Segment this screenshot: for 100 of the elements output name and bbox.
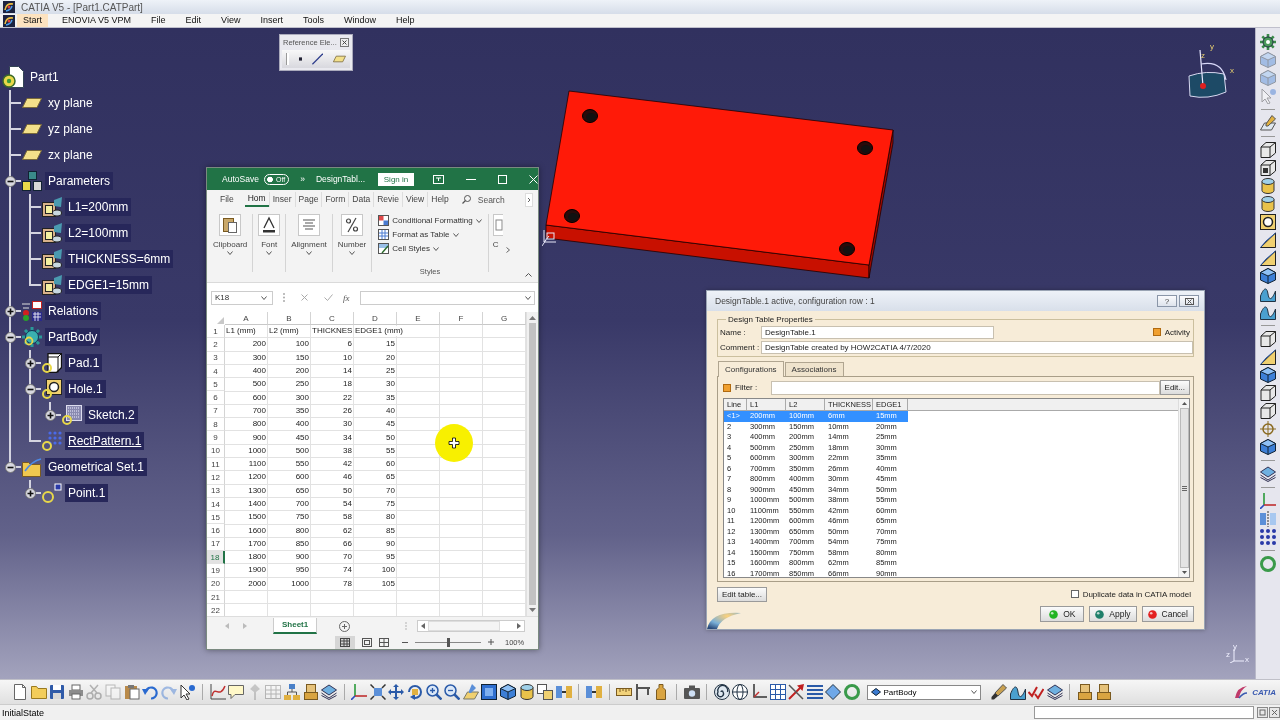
axes-icon[interactable] [351,684,368,700]
cylinder-icon[interactable] [1260,178,1276,194]
checkmarks-icon[interactable] [1028,684,1045,700]
ring-icon[interactable] [1260,556,1276,572]
menu-item[interactable]: Start [17,14,48,27]
sheet-tab[interactable]: Sheet1 [273,618,318,634]
ball-icon[interactable] [1147,609,1157,619]
caret-down-icon[interactable] [261,295,267,300]
ribbon-tab[interactable]: File [217,192,237,207]
ribbon-tab[interactable]: Form [321,192,349,207]
menu-item[interactable]: ENOVIA V5 VPM [56,14,138,27]
collapse-icon[interactable] [4,175,16,187]
caret-down-icon[interactable] [525,295,531,300]
block-icon[interactable] [1260,385,1276,401]
cell-style-icon[interactable] [378,243,390,254]
arrow-up-icon[interactable] [529,316,536,320]
caret-down-icon[interactable] [266,251,273,255]
expand-icon[interactable] [24,357,36,369]
name-field[interactable]: DesignTable.1 [761,325,994,339]
table-format-icon[interactable] [378,229,390,240]
box-icon[interactable] [42,275,62,295]
close-icon[interactable] [340,38,349,47]
block-icon[interactable] [1260,331,1276,347]
part-selector[interactable]: PartBody [866,684,981,700]
checkbox[interactable] [1152,328,1161,336]
slope-icon[interactable] [1260,250,1276,266]
hole-icon[interactable] [1260,214,1276,230]
dot-grid-icon[interactable] [1260,529,1276,545]
spiral-icon[interactable] [713,684,730,700]
menu-item[interactable]: Help [390,14,421,27]
edit-table-button[interactable]: Edit table... [717,586,768,602]
crosshair-icon[interactable] [1260,421,1276,437]
menu-item[interactable]: Window [337,14,382,27]
slope-icon[interactable] [1260,232,1276,248]
pointer-icon[interactable] [179,684,196,700]
box-stack-icon[interactable] [1077,684,1094,700]
more-commands[interactable]: » [300,174,305,184]
percent-icon[interactable] [341,214,364,236]
arrow-left-icon[interactable] [421,623,426,629]
undo-icon[interactable] [142,684,159,700]
comment-field[interactable]: DesignTable created by HOW2CATIA 4/7/2020 [761,340,1193,354]
caret-down-icon[interactable] [306,251,313,255]
scroll-thumb[interactable] [529,323,536,605]
scroll-thumb[interactable] [428,621,501,631]
camera-icon[interactable] [683,684,700,700]
cylinder-icon[interactable] [1260,196,1276,212]
ribbon-tab[interactable]: View [401,192,428,207]
box-icon[interactable] [42,197,62,217]
speech-bubble-icon[interactable] [228,684,245,700]
sign-in-button[interactable]: Sign in [378,172,414,186]
tree-item[interactable]: L1=200mm [65,198,132,216]
box-stack-icon[interactable] [302,684,319,700]
ring-square-icon[interactable] [42,379,62,399]
vertical-scrollbar[interactable] [526,312,538,616]
caliper-icon[interactable] [634,684,651,700]
add-icon[interactable] [339,620,351,632]
dots-table-icon[interactable] [22,301,42,321]
clipboard-icon[interactable] [219,214,242,236]
dot-pattern-icon[interactable] [42,431,62,451]
row-header[interactable]: 6 [207,391,225,405]
collapse-icon[interactable] [24,383,36,395]
ribbon-tab[interactable]: Help [427,192,452,207]
swap-icon[interactable] [555,684,572,700]
caret-down-icon[interactable] [227,251,234,255]
document-gear-icon[interactable] [2,66,24,88]
box-stack-icon[interactable] [1095,684,1112,700]
ring-icon[interactable] [843,684,860,700]
boxes-icon[interactable] [22,171,42,191]
maximize-icon[interactable] [498,174,507,184]
page-layout-icon[interactable] [362,637,372,647]
checkbox[interactable] [1070,590,1079,598]
plane-icon[interactable] [22,150,42,160]
compass-icon[interactable] [1188,50,1228,98]
function-curve-icon[interactable] [209,684,226,700]
pan-icon[interactable] [388,684,405,700]
caret-up-icon[interactable] [525,273,532,277]
tree-item[interactable]: Pad.1 [65,354,103,372]
font-color-icon[interactable] [258,214,281,236]
grip-icon[interactable] [1181,485,1187,491]
diamond-icon[interactable] [870,688,881,696]
folder-icon[interactable] [22,457,42,477]
ribbon-tab[interactable]: Hom [244,192,269,207]
column-header[interactable]: E [397,312,440,325]
cube-icon[interactable] [1260,367,1276,383]
slider-thumb[interactable] [446,637,450,647]
group-button[interactable]: C [490,214,503,249]
slope-icon[interactable] [1260,349,1276,365]
save-icon[interactable] [49,684,66,700]
box-icon[interactable] [42,223,62,243]
chevron-right-icon[interactable] [505,247,510,253]
wave-icon[interactable] [1260,286,1276,302]
rotate-icon[interactable] [407,684,424,700]
ribbon-tab[interactable]: Revie [373,192,402,207]
caret-down-icon[interactable] [475,218,482,223]
minimize-icon[interactable] [466,178,476,180]
view-square-icon[interactable] [481,684,498,700]
axes-icon[interactable] [1260,493,1276,509]
vertical-scrollbar[interactable] [1178,399,1189,577]
checkbox-label[interactable]: Filter : [735,383,758,392]
row-header[interactable]: 5 [207,378,225,392]
